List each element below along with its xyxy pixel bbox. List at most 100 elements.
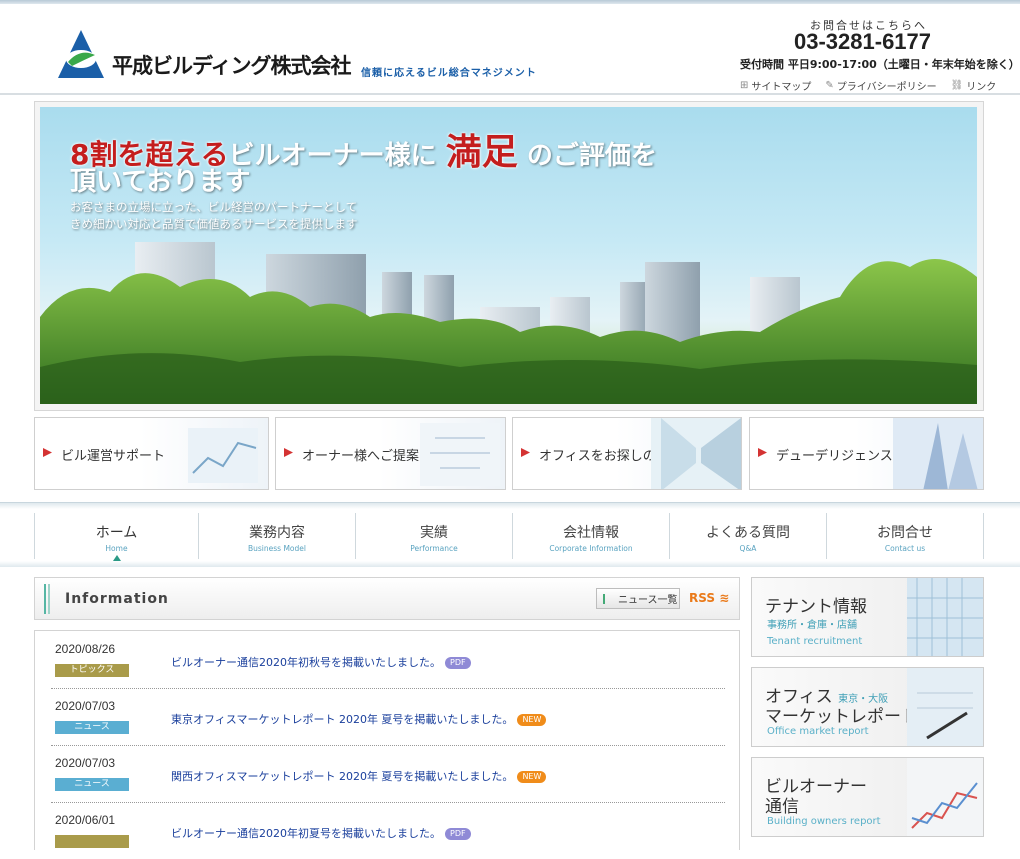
- pen-document-icon: [907, 668, 983, 746]
- hero-headline-end: のご評価を: [526, 141, 657, 171]
- news-title-link[interactable]: ビルオーナー通信2020年初夏号を掲載いたしました。 PDF: [171, 825, 471, 841]
- arrow-right-icon: [758, 448, 767, 457]
- rss-label: RSS: [689, 591, 715, 605]
- news-category-badge: ニュース: [55, 721, 129, 734]
- sidebar-card-english: Tenant recruitment: [767, 636, 863, 647]
- pen-icon: ✎: [825, 80, 834, 91]
- arrow-right-icon: [284, 448, 293, 457]
- sidebar-tenant-info[interactable]: テナント情報 事務所・倉庫・店舗 Tenant recruitment: [751, 577, 984, 657]
- list-icon: [603, 593, 613, 604]
- news-item: 2020/07/03 ニュース 関西オフィスマーケットレポート 2020年 夏号…: [51, 745, 725, 803]
- news-title: ビルオーナー通信2020年初夏号を掲載いたしました。: [171, 827, 441, 840]
- news-date: 2020/08/26: [55, 642, 116, 656]
- tagline: 信頼に応えるビル総合マネジメント: [361, 68, 537, 79]
- sidebar-market-report[interactable]: オフィス 東京・大阪 マーケットレポート Office market repor…: [751, 667, 984, 747]
- sitemap-icon: ⊞: [740, 80, 749, 91]
- nav-faq[interactable]: よくある質問 Q&A: [669, 513, 826, 559]
- news-list: 2020/08/26 トピックス ビルオーナー通信2020年初秋号を掲載いたしま…: [34, 630, 740, 850]
- link-icon: ⛓: [950, 80, 964, 91]
- sitemap-link[interactable]: ⊞ サイトマップ: [740, 78, 811, 93]
- news-date: 2020/07/03: [55, 756, 116, 770]
- news-title-link[interactable]: 関西オフィスマーケットレポート 2020年 夏号を掲載いたしました。 NEW: [171, 768, 547, 784]
- news-item: 2020/07/03 ニュース 東京オフィスマーケットレポート 2020年 夏号…: [51, 688, 725, 746]
- nav-sublabel: Q&A: [739, 544, 757, 553]
- building-glass-icon: [907, 578, 983, 656]
- nav-sublabel: Business Model: [248, 544, 306, 553]
- nav-home[interactable]: ホーム Home: [34, 513, 198, 561]
- pdf-badge: PDF: [445, 657, 471, 669]
- nav-company[interactable]: 会社情報 Corporate Information: [512, 513, 669, 559]
- sidebar-owners-report[interactable]: ビルオーナー 通信 Building owners report: [751, 757, 984, 837]
- arrow-right-icon: [43, 448, 52, 457]
- news-item: 2020/08/26 トピックス ビルオーナー通信2020年初秋号を掲載いたしま…: [51, 631, 725, 689]
- promo-buttons: ビル運営サポート オーナー様へご提案 オフィスをお探しの方へ デューデリジェンス: [34, 417, 984, 492]
- hero-banner: 8割を超えるビルオーナー様に 満足 のご評価を 頂いております お客さまの立場に…: [34, 101, 984, 411]
- sitemap-label: サイトマップ: [751, 82, 812, 93]
- nav-label: ホーム: [95, 525, 138, 541]
- arrow-right-icon: [521, 448, 530, 457]
- promo-building-support[interactable]: ビル運営サポート: [34, 417, 269, 490]
- rss-icon: ≋: [719, 591, 730, 605]
- hero-headline-line2: 頂いております: [70, 167, 251, 197]
- global-nav: ホーム Home 業務内容 Business Model 実績 Performa…: [34, 513, 984, 561]
- rss-link[interactable]: RSS ≋: [689, 591, 729, 605]
- news-date: 2020/07/03: [55, 699, 116, 713]
- news-title: 関西オフィスマーケットレポート 2020年 夏号を掲載いたしました。: [171, 770, 514, 783]
- sidebar-card-title-line2: マーケットレポート: [765, 707, 918, 727]
- chart-graphic-icon: [188, 428, 258, 483]
- news-category-badge: ニュース: [55, 778, 129, 791]
- privacy-policy-link[interactable]: ✎ プライバシーポリシー: [825, 78, 936, 93]
- promo-label: オーナー様へご提案: [302, 449, 420, 464]
- phone-number: 03-3281-6177: [794, 29, 932, 54]
- hero-subtext: お客さまの立場に立った、ビル経営のパートナーとして きめ細かい対応と品質で価値あ…: [70, 199, 358, 233]
- news-item: 2020/06/01 ビルオーナー通信2020年初夏号を掲載いたしました。 PDF: [51, 802, 725, 859]
- news-title-link[interactable]: ビルオーナー通信2020年初秋号を掲載いたしました。 PDF: [171, 654, 471, 670]
- hero-subtext-line2: きめ細かい対応と品質で価値あるサービスを提供します: [70, 217, 358, 231]
- sidebar-card-title-line2: 通信: [765, 797, 799, 817]
- sidebar-card-english: Building owners report: [767, 816, 881, 827]
- privacy-policy-label: プライバシーポリシー: [836, 82, 937, 93]
- promo-label: デューデリジェンス: [776, 449, 893, 464]
- information-title: Information: [65, 591, 169, 607]
- hero-image: 8割を超えるビルオーナー様に 満足 のご評価を 頂いております お客さまの立場に…: [40, 107, 977, 404]
- utility-links: ⊞ サイトマップ ✎ プライバシーポリシー ⛓ リンク: [740, 78, 996, 93]
- hero-headline-middle: ビルオーナー様に: [228, 141, 437, 171]
- links-link[interactable]: ⛓ リンク: [951, 78, 997, 93]
- news-title: 東京オフィスマーケットレポート 2020年 夏号を掲載いたしました。: [171, 713, 514, 726]
- new-badge: NEW: [517, 771, 547, 783]
- sidebar-card-english: Office market report: [767, 726, 869, 737]
- nav-sublabel: Contact us: [884, 544, 926, 553]
- nav-sublabel: Corporate Information: [549, 544, 633, 553]
- sidebar-card-title: テナント情報: [765, 597, 867, 617]
- news-date: 2020/06/01: [55, 813, 116, 827]
- promo-owner-proposal[interactable]: オーナー様へご提案: [275, 417, 506, 490]
- news-list-button[interactable]: ニュース一覧: [596, 588, 680, 609]
- nav-label: 実績: [420, 525, 448, 541]
- nav-sublabel: Home: [105, 544, 128, 553]
- graph-paper-icon: [907, 758, 983, 836]
- nav-label: お問合せ: [877, 525, 933, 541]
- promo-office-search[interactable]: オフィスをお探しの方へ: [512, 417, 742, 490]
- news-title: ビルオーナー通信2020年初秋号を掲載いたしました。: [171, 656, 441, 669]
- business-hours: 受付時間 平日9:00-17:00（土曜日・年末年始を除く）: [740, 58, 1020, 71]
- active-caret-icon: [112, 555, 121, 561]
- nav-label: よくある質問: [706, 525, 790, 541]
- information-header: Information ニュース一覧 RSS ≋: [34, 577, 740, 620]
- nav-sublabel: Performance: [410, 544, 458, 553]
- news-category-badge: [55, 835, 129, 848]
- header-divider: [0, 93, 1020, 95]
- office-corridor-graphic-icon: [651, 418, 741, 489]
- nav-label: 会社情報: [563, 525, 619, 541]
- news-title-link[interactable]: 東京オフィスマーケットレポート 2020年 夏号を掲載いたしました。 NEW: [171, 711, 547, 727]
- sidebar-card-subtitle: 事務所・倉庫・店舗: [767, 620, 857, 631]
- promo-due-diligence[interactable]: デューデリジェンス: [749, 417, 984, 490]
- section-bar-icon: [44, 584, 50, 614]
- company-name[interactable]: 平成ビルディング株式会社: [112, 50, 352, 80]
- nav-contact[interactable]: お問合せ Contact us: [826, 513, 984, 559]
- links-label: リンク: [966, 82, 997, 93]
- nav-business[interactable]: 業務内容 Business Model: [198, 513, 355, 559]
- site-header: 平成ビルディング株式会社 信頼に応えるビル総合マネジメント お問合せはこちらへ …: [0, 4, 1020, 94]
- nav-performance[interactable]: 実績 Performance: [355, 513, 512, 559]
- news-category-badge: トピックス: [55, 664, 129, 677]
- company-logo-icon[interactable]: [58, 30, 104, 80]
